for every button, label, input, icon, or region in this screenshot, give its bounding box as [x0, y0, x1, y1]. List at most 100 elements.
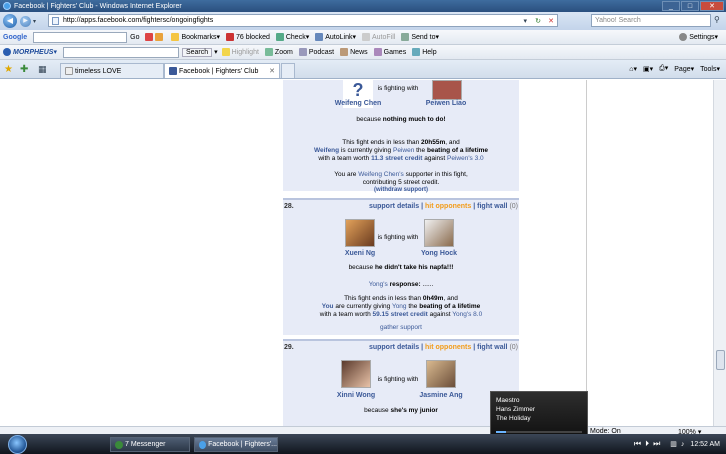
clock[interactable]: 12:52 AM [690, 441, 720, 448]
media-track: The Holiday [496, 415, 531, 422]
network-icon[interactable]: ▥ [670, 440, 677, 448]
autolink-button[interactable]: AutoLink ▾ [315, 33, 356, 41]
support-details-link[interactable]: support details [369, 203, 419, 210]
tools-menu[interactable]: Tools▾ [700, 65, 720, 73]
google-search-input[interactable] [33, 31, 128, 43]
taskbar-facebook-ie[interactable]: Facebook | Fighters'... [194, 437, 278, 452]
google-icon-2 [155, 33, 164, 41]
games-button[interactable]: Games [373, 48, 406, 56]
zoom-button[interactable]: Zoom [264, 48, 293, 56]
page-menu-label: Page [674, 65, 691, 73]
fighter-right-name[interactable]: Jasmine Ang [411, 392, 471, 399]
autofill-button[interactable]: AutoFill [361, 33, 395, 41]
podcast-button[interactable]: Podcast [298, 48, 335, 56]
fighter-left-name[interactable]: Weifeng Chen [328, 100, 388, 107]
volume-icon[interactable]: ♪ [681, 441, 685, 448]
back-button[interactable]: ◀ [3, 14, 17, 28]
page-menu[interactable]: Page▾ [674, 65, 694, 73]
search-magnifier-icon[interactable]: ⚲ [714, 15, 720, 24]
hit-opponents-link[interactable]: hit opponents [425, 344, 471, 351]
favorites-star-icon[interactable]: ★ [4, 64, 13, 75]
news-button[interactable]: News [340, 48, 368, 56]
morpheus-search-input[interactable] [62, 46, 179, 58]
send-to-button[interactable]: Send to ▾ [401, 33, 439, 41]
tab-label: timeless LOVE [75, 67, 122, 75]
support-details-link[interactable]: support details [369, 344, 419, 351]
receiver-link[interactable]: Yong [392, 303, 407, 310]
response-who[interactable]: Yong's [369, 281, 388, 288]
tab-fighters-club[interactable]: Facebook | Fighters' Club ✕ [164, 63, 280, 78]
response-line: Yong's response: ...... [283, 281, 519, 289]
avatar-xueni[interactable] [345, 219, 375, 247]
vertical-scrollbar[interactable] [713, 80, 726, 438]
giving-label: are currently giving [335, 303, 391, 310]
task-label: 7 Messenger [125, 441, 166, 448]
fighter-right-name[interactable]: Peiwen Liao [416, 100, 476, 107]
response-text: ...... [422, 281, 434, 288]
taskbar-messenger[interactable]: 7 Messenger [110, 437, 190, 452]
because-label: because [364, 407, 389, 414]
quick-tabs-icon[interactable]: ▦ [38, 64, 47, 75]
fight-wall-link[interactable]: fight wall [477, 203, 507, 210]
fighter-left-name[interactable]: Xinni Wong [326, 392, 386, 399]
hit-opponents-link[interactable]: hit opponents [425, 203, 471, 210]
media-prev-icon[interactable]: ⏮ [634, 439, 641, 449]
podcast-icon [298, 48, 307, 56]
fighter-right-name[interactable]: Yong Hock [409, 250, 469, 257]
yahoo-search-input[interactable]: Yahoo! Search [591, 14, 711, 27]
tab-timeless-love[interactable]: timeless LOVE [60, 63, 164, 78]
minimize-button[interactable]: _ [662, 1, 680, 11]
against-who[interactable]: Yong's 8.0 [452, 311, 482, 318]
stop-icon[interactable]: ✕ [548, 17, 554, 25]
giver-link[interactable]: You [322, 303, 334, 310]
scrollbar-thumb[interactable] [716, 350, 725, 370]
podcast-label: Podcast [308, 48, 335, 56]
receiver-link[interactable]: Peiwen [393, 147, 414, 154]
fight-wall-link[interactable]: fight wall [477, 344, 507, 351]
blocked-label: 76 blocked [236, 33, 270, 41]
beating-line: Weifeng is currently giving Peiwen the b… [283, 147, 519, 155]
new-tab-button[interactable] [281, 63, 295, 78]
popup-blocked-button[interactable]: 76 blocked [226, 33, 270, 41]
morpheus-search-button[interactable]: Search [181, 47, 213, 57]
against-who[interactable]: Peiwen's 3.0 [447, 155, 484, 162]
start-orb-icon[interactable] [8, 435, 27, 454]
history-dropdown-icon[interactable]: ▾ [33, 18, 36, 25]
add-favorites-icon[interactable]: ✚ [20, 64, 28, 75]
fighting-label: is fighting with [377, 85, 419, 92]
supporter-name[interactable]: Weifeng Chen's [358, 171, 404, 178]
feeds-icon[interactable]: ▣▾ [643, 65, 653, 73]
google-go-button[interactable]: Go [130, 34, 139, 41]
withdraw-support-link[interactable]: (withdraw support) [283, 186, 519, 194]
morpheus-search-dropdown-icon[interactable]: ▾ [214, 48, 218, 56]
google-icons-group[interactable] [145, 33, 165, 41]
fighter-left-name[interactable]: Xueni Ng [330, 250, 390, 257]
refresh-icon[interactable]: ↻ [535, 17, 541, 25]
help-button[interactable]: Help [412, 48, 437, 56]
gather-support-link[interactable]: gather support [283, 324, 519, 332]
maximize-button[interactable]: □ [681, 1, 699, 11]
google-icon-1 [145, 33, 154, 41]
wall-count: (0) [509, 203, 518, 210]
media-player-popup[interactable]: Maestro Hans Zimmer The Holiday [490, 391, 588, 438]
media-play-icon[interactable]: ⏵ [645, 439, 649, 449]
google-settings-button[interactable]: Settings ▾ [679, 33, 718, 41]
media-next-icon[interactable]: ⏭ [653, 439, 660, 449]
media-progress-track[interactable] [496, 431, 582, 433]
tab-close-icon[interactable]: ✕ [269, 67, 275, 75]
giver-link[interactable]: Weifeng [314, 147, 339, 154]
address-dropdown-icon[interactable]: ▾ [523, 17, 527, 25]
avatar-yong[interactable] [424, 219, 454, 247]
home-icon[interactable]: ⌂▾ [629, 65, 637, 73]
print-icon[interactable]: ⎙▾ [659, 64, 668, 73]
bookmarks-button[interactable]: Bookmarks ▾ [171, 33, 220, 41]
ends-time: 20h55m [421, 139, 446, 146]
spellcheck-button[interactable]: Check ▾ [275, 33, 309, 41]
address-field[interactable]: http://apps.facebook.com/fightersc/ongoi… [48, 14, 558, 27]
supporter-prefix: You are [334, 171, 357, 178]
left-gutter [0, 80, 283, 438]
forward-button[interactable]: ▶ [20, 15, 31, 27]
highlight-button[interactable]: Highlight [221, 48, 259, 56]
close-button[interactable]: ✕ [700, 1, 724, 11]
tab-label: Facebook | Fighters' Club [179, 67, 259, 75]
